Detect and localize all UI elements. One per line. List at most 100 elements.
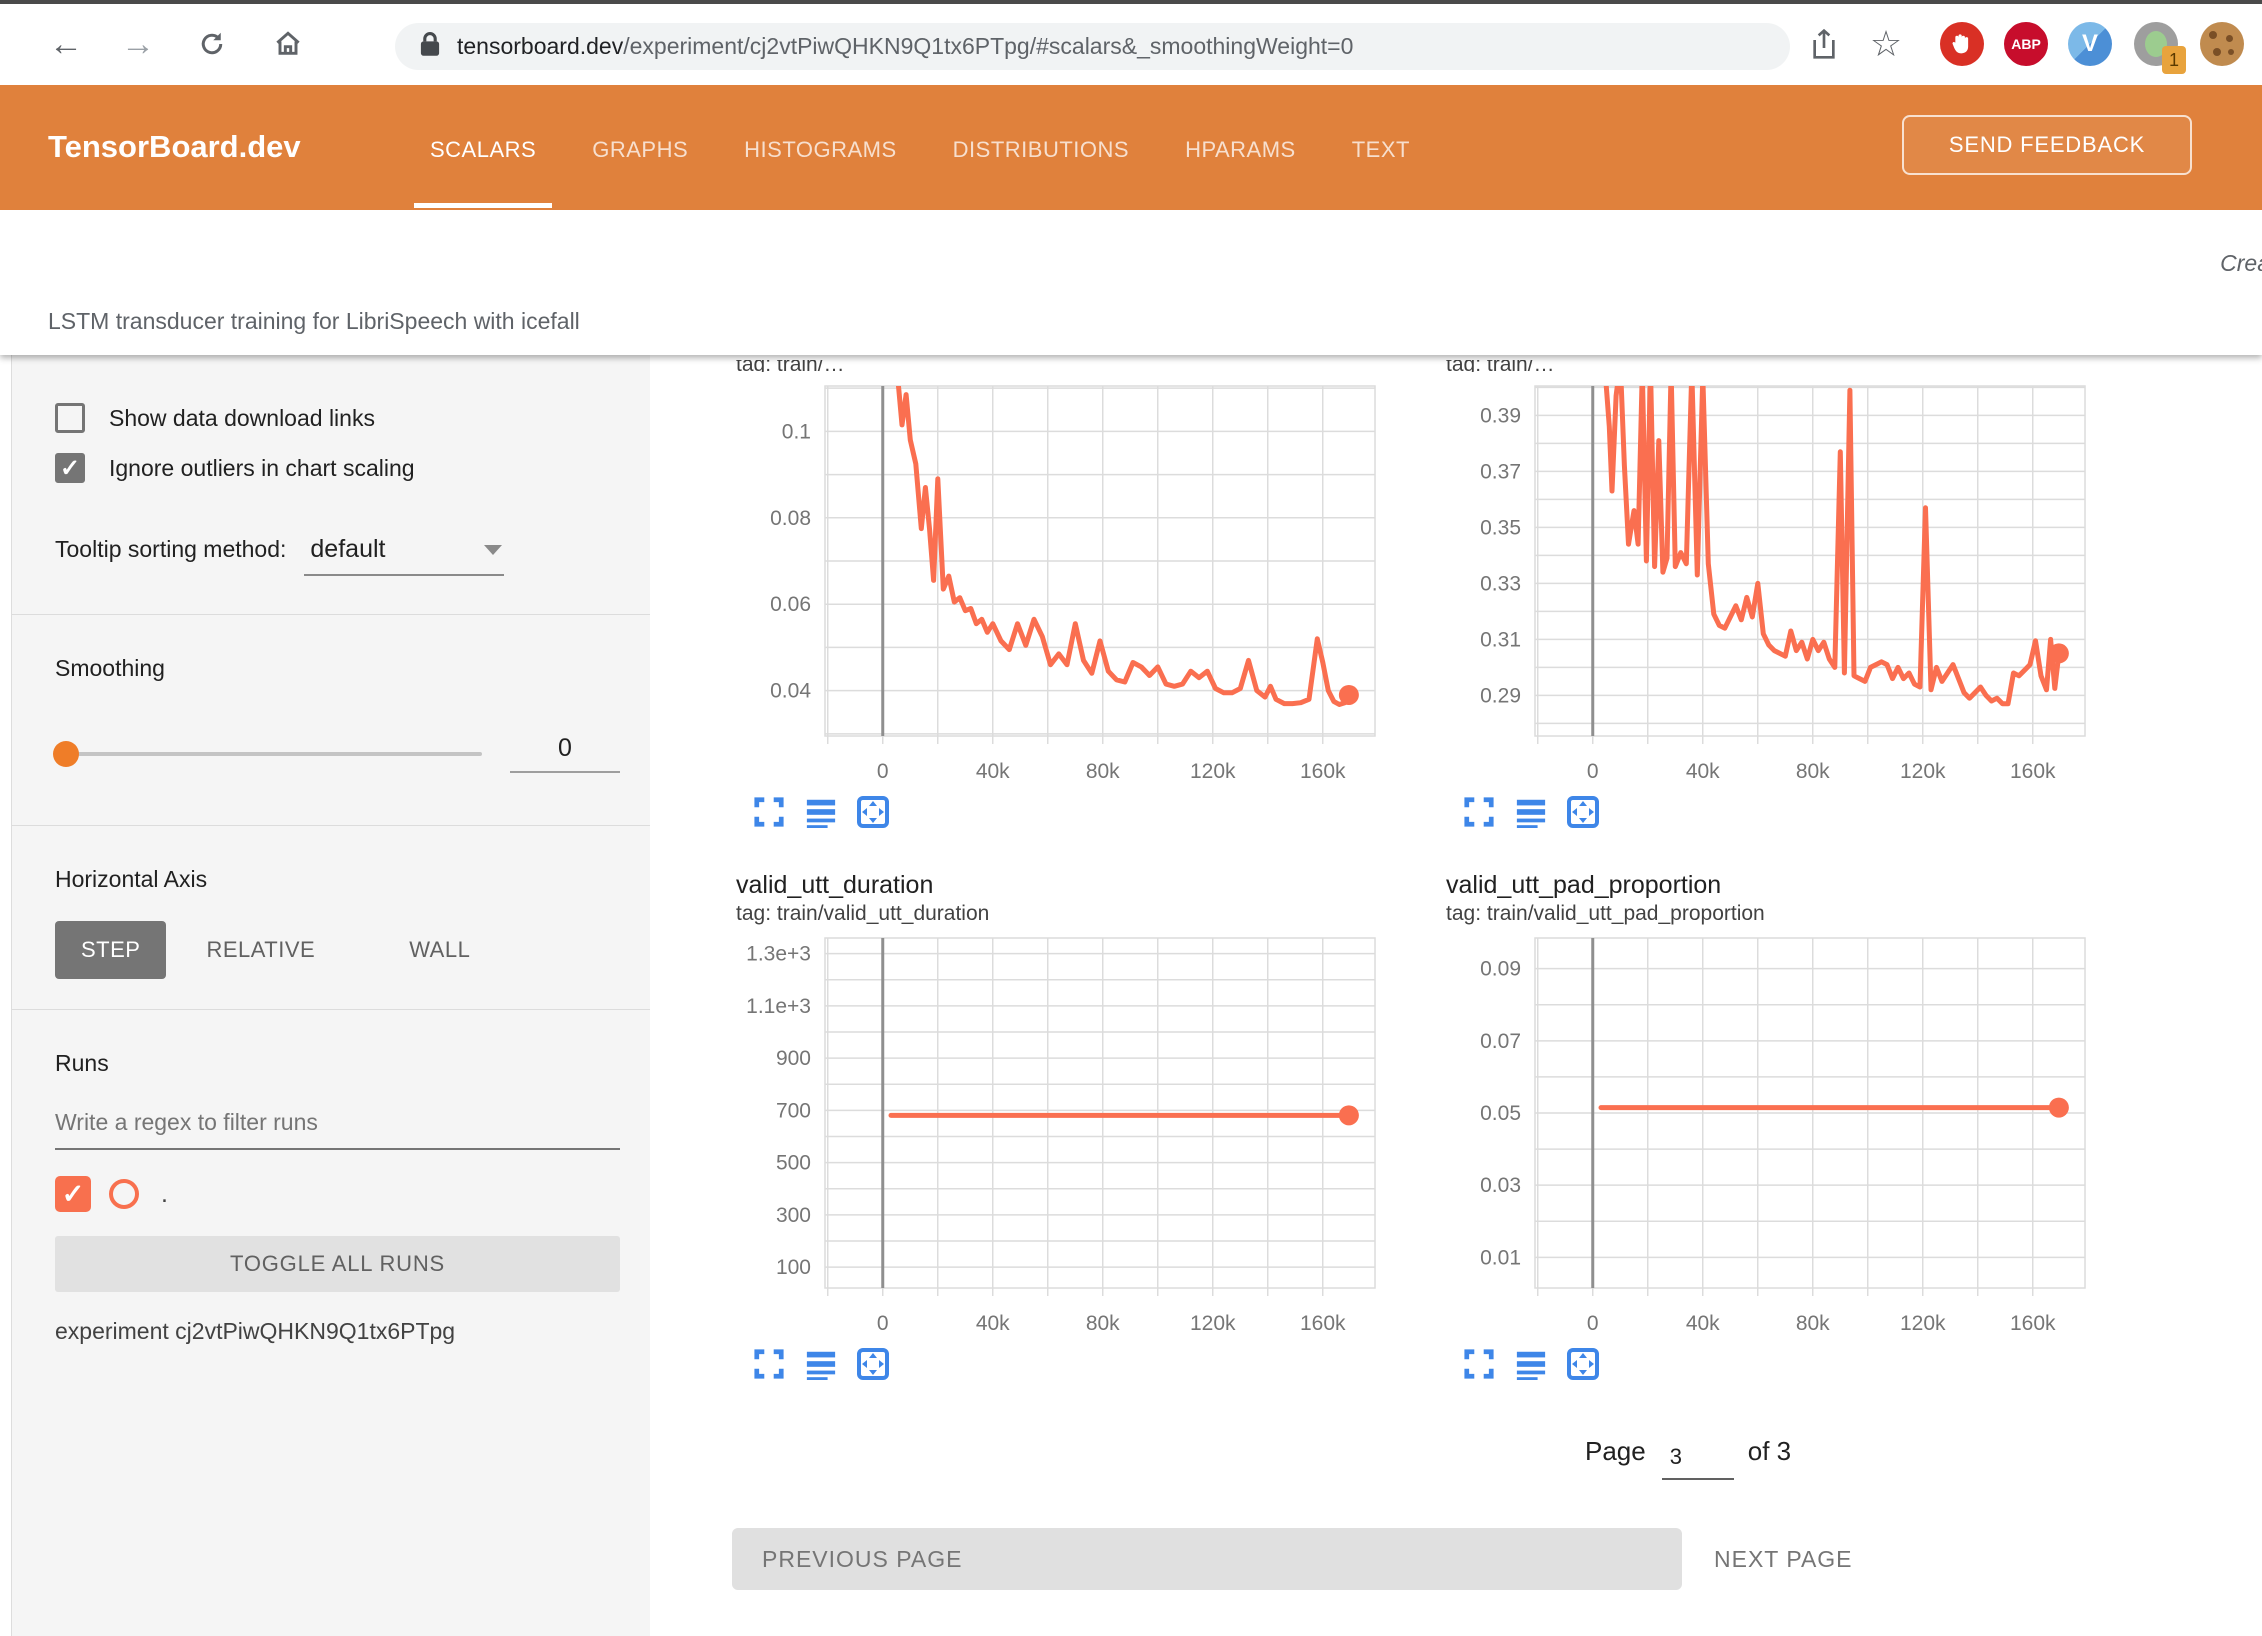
svg-text:900: 900 [776, 1047, 811, 1070]
reload-glyph [197, 29, 227, 59]
svg-text:1.3e+3: 1.3e+3 [746, 943, 811, 966]
bookmark-star-icon[interactable]: ☆ [1862, 20, 1910, 68]
nav-tabs: SCALARS GRAPHS HISTOGRAMS DISTRIBUTIONS … [430, 137, 1410, 163]
svg-text:0.07: 0.07 [1480, 1030, 1521, 1053]
svg-text:160k: 160k [1300, 1312, 1346, 1335]
chart2-plot[interactable]: 0.290.310.330.350.370.39040k80k120k160k [1440, 382, 2100, 784]
fullscreen-icon[interactable] [752, 795, 786, 829]
fullscreen-icon[interactable] [752, 1347, 786, 1381]
chart4-title: valid_utt_pad_proportion [1446, 870, 2140, 900]
run-color-circle[interactable] [109, 1179, 139, 1209]
fullscreen-icon[interactable] [1462, 795, 1496, 829]
tooltip-sorting-label: Tooltip sorting method: [55, 536, 286, 563]
chart1-plot[interactable]: 0.040.060.080.1040k80k120k160k [730, 382, 1390, 784]
runs-label: Runs [55, 1050, 620, 1077]
svg-text:120k: 120k [1900, 1312, 1946, 1335]
svg-text:80k: 80k [1796, 1312, 1830, 1335]
smoothing-slider[interactable] [55, 752, 482, 756]
fit-domain-icon[interactable] [856, 1347, 890, 1381]
haxis-wall-button[interactable]: WALL [383, 921, 496, 979]
v-label: V [2082, 30, 2098, 58]
ignore-outliers-label: Ignore outliers in chart scaling [109, 455, 415, 482]
tab-scalars[interactable]: SCALARS [430, 137, 536, 163]
sidebar-scroll-gutter[interactable] [0, 355, 12, 1636]
fullscreen-icon[interactable] [1462, 1347, 1496, 1381]
svg-text:0.08: 0.08 [770, 507, 811, 530]
data-table-icon[interactable] [804, 795, 838, 829]
reload-icon[interactable] [186, 18, 238, 70]
svg-text:0: 0 [877, 1312, 889, 1335]
forward-icon[interactable]: → [112, 18, 164, 70]
svg-text:0.05: 0.05 [1480, 1102, 1521, 1125]
previous-page-button[interactable]: PREVIOUS PAGE [732, 1528, 1682, 1590]
smoothing-value-input[interactable] [510, 734, 620, 773]
extension-handblocker-icon[interactable] [1940, 22, 1984, 66]
smoothing-label: Smoothing [55, 655, 620, 682]
chart-card-1: tag: train/… 0.040.060.080.1040k80k120k1… [730, 360, 1430, 830]
svg-text:0.37: 0.37 [1480, 460, 1521, 483]
next-page-button[interactable]: NEXT PAGE [1714, 1546, 1853, 1573]
svg-text:500: 500 [776, 1152, 811, 1175]
pagination: Page of 3 [1585, 1434, 2262, 1476]
tab-histograms[interactable]: HISTOGRAMS [744, 137, 897, 163]
svg-text:300: 300 [776, 1204, 811, 1227]
tooltip-sorting-dropdown[interactable]: default [304, 535, 504, 576]
smoothing-slider-thumb[interactable] [53, 741, 79, 767]
svg-text:0.29: 0.29 [1480, 684, 1521, 707]
fit-domain-icon[interactable] [856, 795, 890, 829]
svg-text:160k: 160k [1300, 760, 1346, 783]
charts-main: tag: train/… 0.040.060.080.1040k80k120k1… [650, 355, 2262, 1636]
chart3-tag: tag: train/valid_utt_duration [736, 900, 1430, 928]
page-number-input[interactable] [1662, 1438, 1734, 1480]
settings-sidebar: Show data download links ✓ Ignore outlie… [0, 355, 650, 1636]
chart-card-3: valid_utt_duration tag: train/valid_utt_… [730, 870, 1430, 1382]
runs-filter-input[interactable] [55, 1103, 620, 1150]
page-label: Page [1585, 1436, 1646, 1467]
data-table-icon[interactable] [804, 1347, 838, 1381]
chart-card-2: tag: train/… 0.290.310.330.350.370.39040… [1440, 360, 2140, 830]
tab-hparams[interactable]: HPARAMS [1185, 137, 1296, 163]
svg-text:100: 100 [776, 1256, 811, 1279]
run-row: ✓ . [55, 1176, 620, 1212]
svg-text:0.35: 0.35 [1480, 516, 1521, 539]
extension-gray-icon[interactable]: 1 [2134, 22, 2178, 66]
chart3-title: valid_utt_duration [736, 870, 1430, 900]
toggle-all-runs-button[interactable]: TOGGLE ALL RUNS [55, 1236, 620, 1292]
back-icon[interactable]: ← [40, 18, 92, 70]
divider [12, 1009, 650, 1010]
haxis-relative-button[interactable]: RELATIVE [180, 921, 341, 979]
chart4-plot[interactable]: 0.010.030.050.070.09040k80k120k160k [1440, 934, 2100, 1336]
data-table-icon[interactable] [1514, 795, 1548, 829]
chart-card-4: valid_utt_pad_proportion tag: train/vali… [1440, 870, 2140, 1382]
show-download-links-checkbox[interactable] [55, 403, 85, 433]
extension-abp-icon[interactable]: ABP [2004, 22, 2048, 66]
show-download-links-row[interactable]: Show data download links [55, 403, 620, 433]
send-feedback-button[interactable]: SEND FEEDBACK [1902, 115, 2192, 175]
home-icon[interactable] [262, 18, 314, 70]
chevron-down-icon [484, 545, 502, 555]
url-bar[interactable]: tensorboard.dev/experiment/cj2vtPiwQHKN9… [395, 23, 1790, 70]
extension-v-icon[interactable]: V [2068, 22, 2112, 66]
chart3-plot[interactable]: 1003005007009001.1e+31.3e+3040k80k120k16… [730, 934, 1390, 1336]
created-text-clipped: Crea [2220, 250, 2262, 277]
browser-toolbar: ← → tensorboard.dev/experiment/cj2vtPiwQ… [0, 4, 2262, 85]
ignore-outliers-checkbox[interactable]: ✓ [55, 453, 85, 483]
ignore-outliers-row[interactable]: ✓ Ignore outliers in chart scaling [55, 453, 620, 483]
url-path: /experiment/cj2vtPiwQHKN9Q1tx6PTpg/#scal… [623, 33, 1353, 59]
tab-text[interactable]: TEXT [1352, 137, 1410, 163]
extension-cookie-icon[interactable] [2200, 22, 2244, 66]
svg-text:80k: 80k [1086, 1312, 1120, 1335]
haxis-step-button[interactable]: STEP [55, 921, 166, 979]
extension-badge: 1 [2162, 46, 2186, 74]
home-glyph [272, 28, 304, 60]
fit-domain-icon[interactable] [1566, 1347, 1600, 1381]
share-icon[interactable] [1800, 20, 1848, 68]
app-header: TensorBoard.dev SCALARS GRAPHS HISTOGRAM… [0, 85, 2262, 210]
tab-graphs[interactable]: GRAPHS [592, 137, 688, 163]
tab-distributions[interactable]: DISTRIBUTIONS [953, 137, 1129, 163]
fit-domain-icon[interactable] [1566, 795, 1600, 829]
data-table-icon[interactable] [1514, 1347, 1548, 1381]
svg-text:0.39: 0.39 [1480, 404, 1521, 427]
page: ← → tensorboard.dev/experiment/cj2vtPiwQ… [0, 0, 2262, 1636]
run-checkbox[interactable]: ✓ [55, 1176, 91, 1212]
